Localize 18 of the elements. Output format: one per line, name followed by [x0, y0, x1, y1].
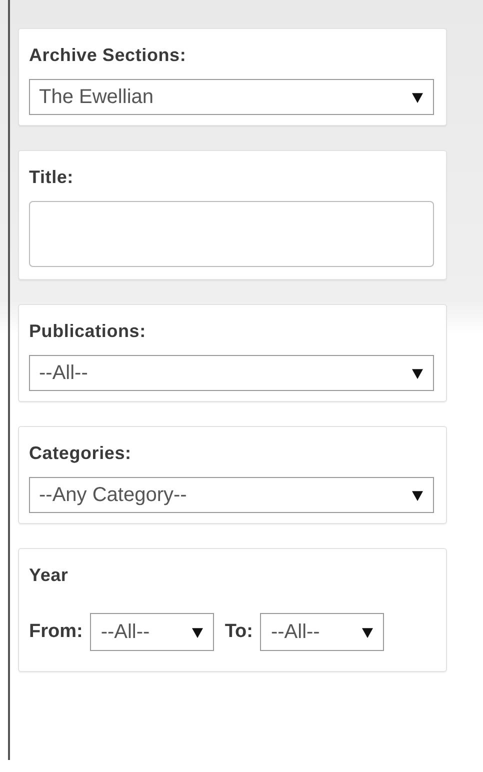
caret-icon [362, 626, 373, 638]
field-label: Archive Sections: [29, 45, 188, 66]
caret-icon [192, 626, 203, 638]
caret-icon [412, 92, 423, 102]
dropdown[interactable]: --All-- [29, 355, 434, 391]
dropdown[interactable]: --All-- [260, 613, 384, 651]
field-label: Publications: [29, 321, 147, 342]
caret-icon [412, 490, 423, 500]
dropdown[interactable]: --All-- [90, 613, 214, 651]
field-label: Year [29, 565, 70, 586]
dropdown[interactable]: --Any Category-- [29, 477, 434, 513]
field-label: To: [224, 621, 253, 643]
field-label: Title: [29, 167, 74, 188]
field-label: From: [29, 621, 83, 643]
field-label: Categories: [29, 443, 132, 464]
caret-icon [412, 368, 423, 378]
dropdown[interactable]: The Ewellian [29, 79, 434, 115]
input-field[interactable] [29, 201, 434, 267]
